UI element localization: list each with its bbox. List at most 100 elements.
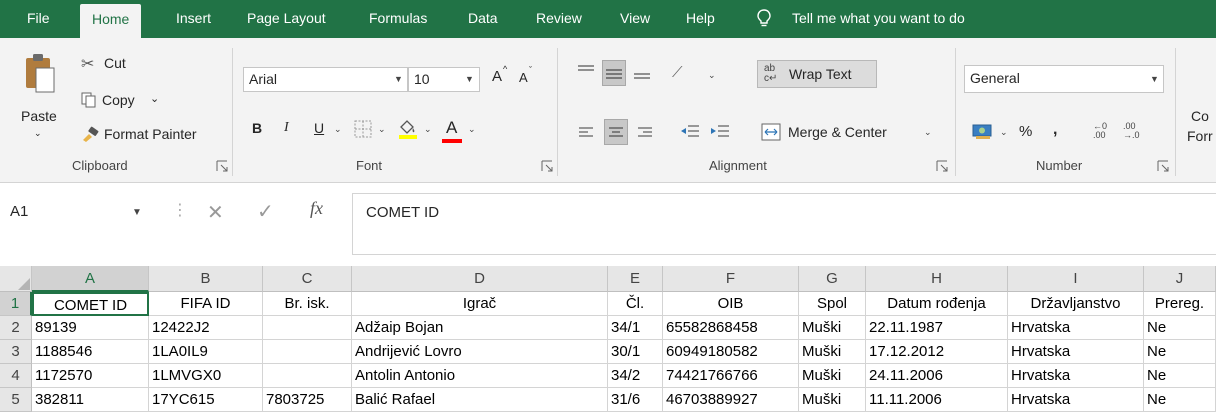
chevron-down-icon[interactable]: ⌄	[708, 70, 716, 81]
comma-style-button[interactable]: ,	[1053, 121, 1057, 139]
table-cell[interactable]: Muški	[799, 364, 866, 388]
increase-decimal-icon[interactable]: ←0.00	[1093, 122, 1107, 140]
merge-center-button[interactable]: Merge & Center	[788, 124, 887, 140]
font-color-button[interactable]: A	[446, 118, 457, 138]
table-cell[interactable]: 74421766766	[663, 364, 799, 388]
table-cell[interactable]: 1188546	[32, 340, 149, 364]
table-cell[interactable]: 1172570	[32, 364, 149, 388]
table-cell[interactable]: Hrvatska	[1008, 364, 1144, 388]
row-header[interactable]: 4	[0, 364, 32, 388]
copy-dropdown-icon[interactable]: ⌄	[150, 92, 159, 105]
column-header-e[interactable]: E	[608, 266, 663, 292]
formula-input[interactable]: COMET ID	[352, 193, 1216, 255]
tab-insert[interactable]: Insert	[176, 0, 211, 38]
table-cell[interactable]: Ne	[1144, 388, 1216, 412]
table-cell[interactable]: 1LA0IL9	[149, 340, 263, 364]
column-header-b[interactable]: B	[149, 266, 263, 292]
format-painter-button[interactable]: Format Painter	[104, 126, 197, 142]
table-cell[interactable]: 34/1	[608, 316, 663, 340]
chevron-down-icon[interactable]: ⌄	[924, 127, 932, 138]
bold-button[interactable]: B	[252, 120, 262, 136]
tab-view[interactable]: View	[620, 0, 650, 38]
table-cell[interactable]: Hrvatska	[1008, 340, 1144, 364]
chevron-down-icon[interactable]: ▼	[132, 207, 142, 218]
column-header-j[interactable]: J	[1144, 266, 1216, 292]
copy-button[interactable]: Copy	[102, 92, 135, 108]
table-cell[interactable]: Hrvatska	[1008, 316, 1144, 340]
increase-indent-icon[interactable]	[710, 124, 730, 140]
table-cell[interactable]: 31/6	[608, 388, 663, 412]
cell-a1[interactable]: COMET ID	[32, 292, 149, 316]
italic-button[interactable]: I	[284, 120, 289, 136]
align-center-button[interactable]	[604, 119, 628, 145]
insert-function-icon[interactable]: fx	[310, 198, 323, 219]
table-cell[interactable]	[263, 340, 352, 364]
dialog-launcher-icon[interactable]	[936, 160, 948, 172]
table-cell[interactable]: 24.11.2006	[866, 364, 1008, 388]
table-cell[interactable]: Ne	[1144, 340, 1216, 364]
table-cell[interactable]: 17YC615	[149, 388, 263, 412]
cell-e1[interactable]: Čl.	[608, 292, 663, 316]
chevron-down-icon[interactable]: ⌄	[378, 124, 386, 135]
table-cell[interactable]: 382811	[32, 388, 149, 412]
table-cell[interactable]: 11.11.2006	[866, 388, 1008, 412]
merge-center-icon[interactable]	[761, 123, 781, 141]
bottom-align-icon[interactable]	[633, 68, 651, 82]
row-header[interactable]: 1	[0, 292, 32, 316]
middle-align-button[interactable]	[602, 60, 626, 86]
column-header-c[interactable]: C	[263, 266, 352, 292]
table-cell[interactable]: 34/2	[608, 364, 663, 388]
dialog-launcher-icon[interactable]	[216, 160, 228, 172]
cell-g1[interactable]: Spol	[799, 292, 866, 316]
decrease-indent-icon[interactable]	[680, 124, 700, 140]
column-header-d[interactable]: D	[352, 266, 608, 292]
tab-file[interactable]: File	[27, 0, 50, 38]
percent-style-button[interactable]: %	[1019, 123, 1032, 140]
table-cell[interactable]: Ne	[1144, 364, 1216, 388]
font-name-select[interactable]: Arial ▼	[243, 67, 408, 92]
align-right-icon[interactable]	[637, 126, 653, 140]
table-cell[interactable]: Ne	[1144, 316, 1216, 340]
cell-b1[interactable]: FIFA ID	[149, 292, 263, 316]
chevron-down-icon[interactable]: ⌄	[468, 124, 476, 135]
name-box[interactable]: A1 ▼	[0, 193, 160, 229]
row-header[interactable]: 5	[0, 388, 32, 412]
tab-formulas[interactable]: Formulas	[369, 0, 427, 38]
table-cell[interactable]: 17.12.2012	[866, 340, 1008, 364]
dialog-launcher-icon[interactable]	[1157, 160, 1169, 172]
table-cell[interactable]: 22.11.1987	[866, 316, 1008, 340]
table-cell[interactable]: 7803725	[263, 388, 352, 412]
table-cell[interactable]: Muški	[799, 340, 866, 364]
table-cell[interactable]: Adžaip Bojan	[352, 316, 608, 340]
cut-button[interactable]: Cut	[104, 55, 126, 71]
table-cell[interactable]	[263, 364, 352, 388]
cell-d1[interactable]: Igrač	[352, 292, 608, 316]
cell-f1[interactable]: OIB	[663, 292, 799, 316]
table-cell[interactable]: 89139	[32, 316, 149, 340]
column-header-g[interactable]: G	[799, 266, 866, 292]
tab-help[interactable]: Help	[686, 0, 715, 38]
table-cell[interactable]: 30/1	[608, 340, 663, 364]
cell-j1[interactable]: Prereg.	[1144, 292, 1216, 316]
cell-c1[interactable]: Br. isk.	[263, 292, 352, 316]
row-header[interactable]: 3	[0, 340, 32, 364]
paste-button[interactable]: Paste	[21, 108, 57, 124]
row-header[interactable]: 2	[0, 316, 32, 340]
table-cell[interactable]: Muški	[799, 316, 866, 340]
underline-button[interactable]: U	[314, 120, 324, 136]
tab-home[interactable]: Home	[80, 4, 142, 38]
paste-dropdown-icon[interactable]: ⌄	[34, 128, 42, 139]
paste-icon[interactable]	[22, 52, 58, 96]
conditional-formatting-button[interactable]: Co	[1191, 108, 1209, 124]
table-cell[interactable]: 12422J2	[149, 316, 263, 340]
table-cell[interactable]: Balić Rafael	[352, 388, 608, 412]
table-cell[interactable]: 46703889927	[663, 388, 799, 412]
cell-i1[interactable]: Državljanstvo	[1008, 292, 1144, 316]
select-all-corner[interactable]	[0, 266, 32, 292]
dialog-launcher-icon[interactable]	[541, 160, 553, 172]
align-left-icon[interactable]	[578, 126, 594, 140]
increase-font-size-button[interactable]: A	[492, 68, 502, 85]
table-cell[interactable]: Muški	[799, 388, 866, 412]
tab-data[interactable]: Data	[468, 0, 498, 38]
fill-color-icon[interactable]	[397, 118, 419, 140]
